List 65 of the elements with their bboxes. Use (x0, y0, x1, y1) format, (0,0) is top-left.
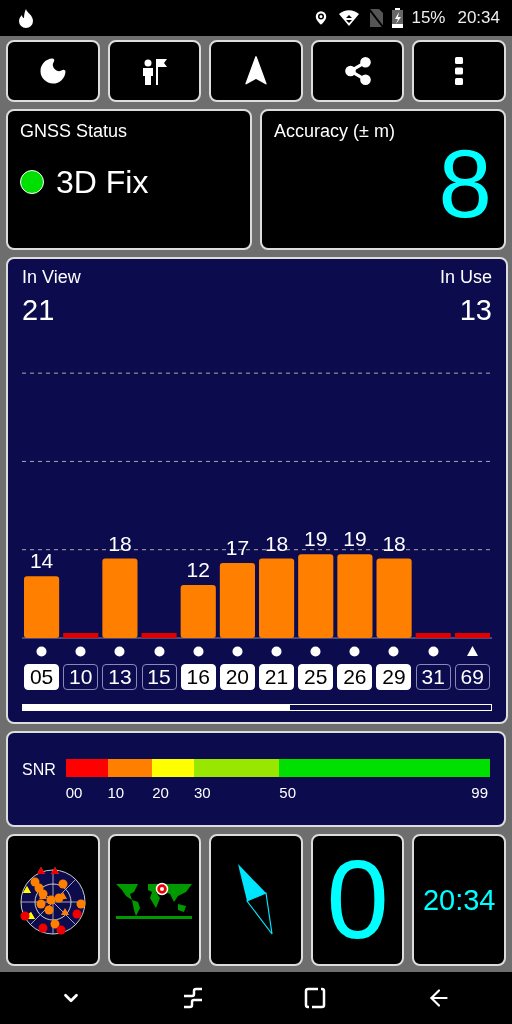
fix-value: 3D Fix (56, 166, 149, 198)
night-mode-button[interactable] (6, 40, 100, 102)
snr-scale-tick: 50 (279, 784, 297, 801)
gnss-status-title: GNSS Status (20, 121, 129, 142)
compass-card[interactable] (209, 834, 303, 966)
satellite-id: 69 (454, 664, 490, 690)
world-map-card[interactable] (107, 834, 202, 966)
bar-value-label: 19 (304, 527, 328, 551)
snr-scale-tick: 10 (107, 784, 125, 801)
bar-value-label: 12 (186, 558, 210, 582)
no-signal-bar (454, 633, 490, 638)
no-signal-bar (141, 633, 177, 638)
bar-value-label: 19 (343, 527, 367, 551)
fix-status-dot-icon (20, 170, 44, 194)
snr-bar (24, 576, 60, 638)
no-signal-bar (415, 633, 451, 638)
battery-icon (392, 8, 404, 28)
satellite-id: 20 (219, 664, 255, 690)
wifi-icon (338, 9, 361, 27)
bar-value-label: 14 (29, 549, 54, 573)
share-button[interactable] (310, 40, 405, 102)
satellite-id: 13 (102, 664, 138, 690)
in-view-label: In View (22, 267, 81, 288)
more-button[interactable] (412, 40, 506, 102)
speed-card[interactable]: 0 (310, 834, 405, 966)
snr-scale-tick: 00 (65, 784, 83, 801)
accuracy-value: 8 (438, 136, 492, 232)
in-use-label: In Use (439, 267, 492, 288)
clock-time: 20:34 (422, 883, 496, 917)
no-sim-icon (368, 8, 385, 28)
bar-value-label: 18 (382, 531, 406, 555)
sky-plot-card[interactable] (6, 834, 100, 966)
satellite-id: 26 (337, 664, 373, 690)
bar-value-label: 18 (108, 531, 132, 555)
person-flag-button[interactable] (107, 40, 202, 102)
in-use-count: 13 (459, 294, 492, 327)
snr-scale-tick: 99 (471, 784, 488, 801)
snr-scale-tick: 30 (193, 784, 211, 801)
accuracy-title: Accuracy (± m) (274, 121, 395, 142)
satellite-id: 29 (376, 664, 412, 690)
satellite-id: 15 (141, 664, 177, 690)
no-signal-bar (63, 633, 99, 638)
status-time: 20:34 (457, 8, 500, 28)
bar-value-label: 18 (264, 531, 289, 555)
battery-percentage: 15% (411, 8, 446, 28)
recent-apps-icon[interactable] (182, 987, 204, 1009)
snr-scale-tick: 20 (152, 784, 169, 801)
bar-value-label: 17 (225, 535, 250, 559)
satellite-id: 10 (63, 664, 99, 690)
satellite-id: 25 (298, 664, 334, 690)
satellite-id: 31 (415, 664, 451, 690)
satellite-id: 21 (259, 664, 294, 690)
snr-label: SNR (22, 761, 56, 779)
satellite-id: 05 (24, 664, 60, 690)
flame-icon (16, 8, 36, 28)
in-view-count: 21 (22, 294, 55, 327)
more-icon (455, 57, 464, 85)
satellite-id: 16 (180, 664, 216, 690)
home-icon[interactable] (304, 987, 326, 1009)
navigation-button[interactable] (209, 40, 303, 102)
clock-card[interactable]: 20:34 (412, 834, 506, 966)
share-icon (342, 56, 373, 86)
scroll-thumb[interactable] (23, 705, 290, 710)
speed-value: 0 (326, 844, 389, 956)
snr-bar (180, 585, 216, 638)
